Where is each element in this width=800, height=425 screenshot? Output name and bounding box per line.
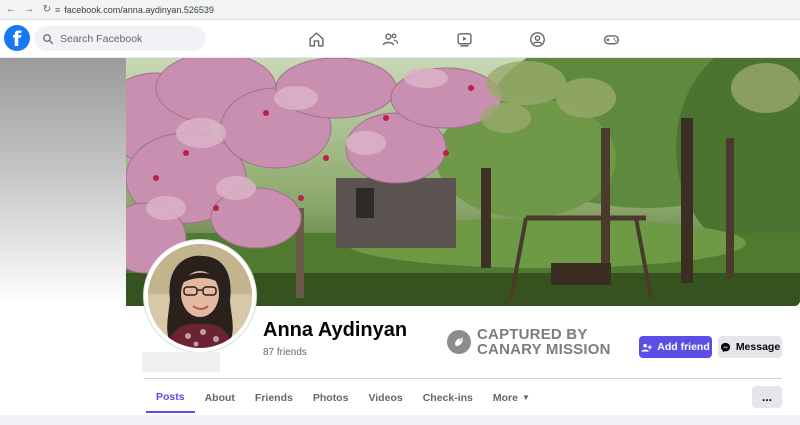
tab-photos[interactable]: Photos: [303, 383, 359, 413]
search-box[interactable]: [34, 26, 206, 51]
page-background-strip: [0, 415, 800, 425]
site-settings-icon[interactable]: ≡: [55, 5, 60, 15]
profile-avatar[interactable]: [144, 240, 256, 352]
gaming-icon[interactable]: [601, 29, 621, 49]
address-bar[interactable]: ≡ facebook.com/anna.aydinyan.526539: [55, 3, 214, 17]
facebook-logo-icon[interactable]: f: [4, 25, 30, 51]
blurred-region: [142, 352, 220, 372]
canary-bird-icon: [447, 330, 471, 354]
url-text: facebook.com/anna.aydinyan.526539: [64, 5, 214, 15]
facebook-header: f: [0, 20, 800, 58]
back-arrow-icon[interactable]: ←: [5, 4, 17, 15]
tab-check-ins[interactable]: Check-ins: [413, 383, 483, 413]
tab-more-label: More: [492, 392, 518, 404]
tab-posts[interactable]: Posts: [146, 383, 195, 413]
profile-name: Anna Aydinyan: [263, 319, 408, 341]
add-friend-icon: [641, 343, 653, 352]
add-friend-label: Add friend: [657, 341, 710, 353]
profile-divider: [144, 378, 782, 379]
tab-videos[interactable]: Videos: [358, 383, 412, 413]
caret-down-icon: ▼: [521, 393, 530, 402]
add-friend-button[interactable]: Add friend: [639, 336, 712, 358]
profile-tabs: Posts About Friends Photos Videos Check-…: [146, 383, 540, 413]
reload-icon[interactable]: ↻: [41, 4, 53, 15]
watch-icon[interactable]: [454, 29, 474, 49]
more-options-button[interactable]: ...: [752, 386, 782, 408]
tab-about[interactable]: About: [195, 383, 245, 413]
messenger-icon: [720, 342, 730, 352]
tab-friends[interactable]: Friends: [245, 383, 303, 413]
forward-arrow-icon[interactable]: →: [23, 4, 35, 15]
friends-icon[interactable]: [380, 29, 400, 49]
stamp-line-1: CAPTURED BY: [477, 326, 588, 343]
groups-icon[interactable]: [527, 29, 547, 49]
message-button[interactable]: Message: [718, 336, 782, 358]
tab-more[interactable]: More ▼: [483, 383, 540, 413]
browser-toolbar: ← → ↻ ≡ facebook.com/anna.aydinyan.52653…: [0, 0, 800, 20]
message-label: Message: [735, 341, 781, 353]
search-input[interactable]: [60, 32, 200, 45]
home-icon[interactable]: [306, 29, 326, 49]
cover-side-gradient: [0, 58, 126, 306]
search-icon: [43, 33, 54, 44]
stamp-line-2: CANARY MISSION: [477, 341, 611, 358]
friends-count[interactable]: 87 friends: [263, 347, 307, 358]
watermark-stamp: CAPTURED BY CANARY MISSION: [447, 327, 611, 357]
